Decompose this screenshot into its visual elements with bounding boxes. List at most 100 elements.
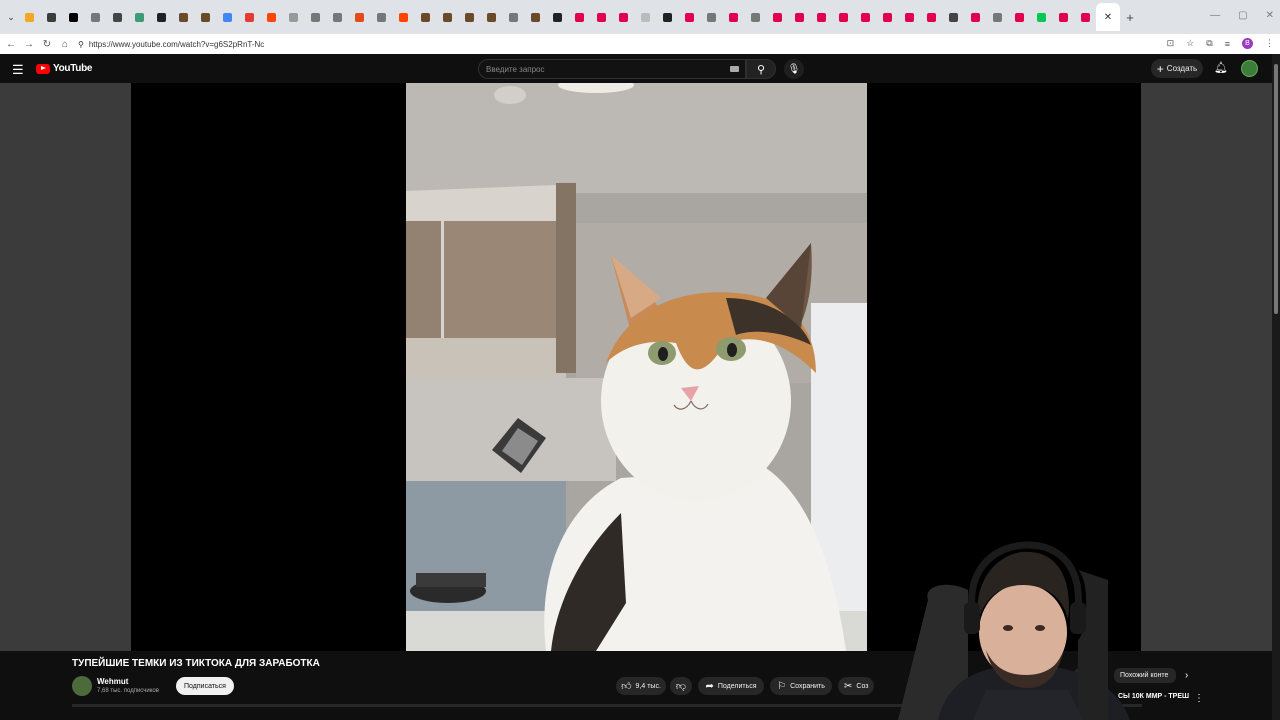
- browser-tab[interactable]: [1030, 3, 1052, 31]
- keyboard-icon[interactable]: [730, 66, 739, 72]
- browser-tab[interactable]: [194, 3, 216, 31]
- tab-favicon-icon: [200, 12, 210, 22]
- more-options-icon[interactable]: ⋮: [1194, 693, 1204, 704]
- browser-tab[interactable]: [766, 3, 788, 31]
- channel-name[interactable]: Wehmut: [97, 677, 128, 686]
- browser-tab[interactable]: [1008, 3, 1030, 31]
- chevron-right-icon[interactable]: ›: [1185, 670, 1188, 681]
- reload-icon[interactable]: ↻: [38, 39, 56, 50]
- youtube-header: ☰ YouTube Введите запрос ⚲ 🎙︎ + Создать …: [0, 54, 1280, 83]
- voice-search-button[interactable]: 🎙︎: [784, 59, 804, 79]
- tab-favicon-icon: [1014, 12, 1024, 22]
- tab-favicon-icon: [266, 12, 276, 22]
- browser-tab[interactable]: [524, 3, 546, 31]
- notifications-bell-icon[interactable]: 🔔︎: [1214, 61, 1228, 74]
- browser-tab[interactable]: [920, 3, 942, 31]
- url-field[interactable]: ⚲ https://www.youtube.com/watch?v=g6S2pR…: [78, 40, 264, 49]
- browser-tab[interactable]: [106, 3, 128, 31]
- close-window-icon[interactable]: ✕: [1266, 10, 1274, 21]
- browser-tab[interactable]: [788, 3, 810, 31]
- search-button[interactable]: ⚲: [746, 59, 776, 79]
- home-icon[interactable]: ⌂: [56, 39, 74, 50]
- browser-tab[interactable]: [348, 3, 370, 31]
- back-icon[interactable]: ←: [2, 39, 20, 50]
- browser-tab[interactable]: [964, 3, 986, 31]
- browser-tab[interactable]: [436, 3, 458, 31]
- browser-tab[interactable]: [568, 3, 590, 31]
- create-button[interactable]: + Создать: [1151, 59, 1203, 78]
- browser-tab[interactable]: [414, 3, 436, 31]
- browser-tab[interactable]: [854, 3, 876, 31]
- browser-tab[interactable]: [810, 3, 832, 31]
- tab-favicon-icon: [464, 12, 474, 22]
- browser-tab[interactable]: [700, 3, 722, 31]
- browser-tab[interactable]: [62, 3, 84, 31]
- browser-tab[interactable]: [942, 3, 964, 31]
- browser-tab[interactable]: [238, 3, 260, 31]
- browser-tab[interactable]: [216, 3, 238, 31]
- site-info-icon[interactable]: ⚲: [78, 40, 84, 49]
- browser-tab[interactable]: [590, 3, 612, 31]
- browser-tab[interactable]: [480, 3, 502, 31]
- tab-active-close-icon[interactable]: ✕: [1096, 3, 1120, 31]
- scrollbar-thumb[interactable]: [1274, 64, 1278, 314]
- install-icon[interactable]: ⊡: [1167, 38, 1175, 49]
- dislike-button[interactable]: 👎︎: [670, 677, 692, 695]
- video-frame-cat[interactable]: [406, 83, 867, 651]
- browser-tab[interactable]: [304, 3, 326, 31]
- browser-tab[interactable]: [84, 3, 106, 31]
- channel-avatar[interactable]: [72, 676, 92, 696]
- account-avatar[interactable]: [1241, 60, 1258, 77]
- browser-tab[interactable]: [502, 3, 524, 31]
- minimize-icon[interactable]: —: [1210, 10, 1220, 21]
- subscribe-button[interactable]: Подписаться: [176, 677, 234, 695]
- tab-favicon-icon: [90, 12, 100, 22]
- browser-tab[interactable]: [744, 3, 766, 31]
- browser-tab[interactable]: [634, 3, 656, 31]
- menu-icon[interactable]: ☰: [12, 62, 24, 78]
- browser-tab[interactable]: [458, 3, 480, 31]
- profile-avatar-icon[interactable]: B: [1242, 38, 1253, 49]
- browser-tab[interactable]: [172, 3, 194, 31]
- browser-tab[interactable]: [18, 3, 40, 31]
- forward-icon[interactable]: →: [20, 39, 38, 50]
- new-tab-icon[interactable]: +: [1120, 10, 1140, 25]
- tab-favicon-icon: [398, 12, 408, 22]
- tab-favicon-icon: [772, 12, 782, 22]
- tab-search-icon[interactable]: ⌄: [4, 10, 18, 24]
- bookmark-star-icon[interactable]: ☆: [1186, 38, 1194, 49]
- save-button[interactable]: ⚐ Сохранить: [770, 677, 832, 695]
- browser-tab[interactable]: [546, 3, 568, 31]
- tab-favicon-icon: [882, 12, 892, 22]
- tab-favicon-icon: [442, 12, 452, 22]
- browser-tab[interactable]: [1052, 3, 1074, 31]
- browser-tab[interactable]: [260, 3, 282, 31]
- browser-tab[interactable]: [722, 3, 744, 31]
- browser-tab[interactable]: [876, 3, 898, 31]
- like-button[interactable]: 👍︎ 9,4 тыс.: [616, 677, 666, 695]
- extensions-icon[interactable]: ⧉: [1206, 38, 1212, 49]
- browser-menu-icon[interactable]: ⋮: [1265, 38, 1274, 49]
- tab-favicon-icon: [662, 12, 672, 22]
- browser-tab[interactable]: [128, 3, 150, 31]
- youtube-logo[interactable]: YouTube: [36, 63, 93, 74]
- browser-actions: ⊡ ☆ ⧉ ≡ B ⋮: [1167, 38, 1274, 49]
- browser-tab[interactable]: [326, 3, 348, 31]
- maximize-icon[interactable]: ▢: [1238, 10, 1247, 21]
- browser-tab[interactable]: [40, 3, 62, 31]
- browser-tab[interactable]: [370, 3, 392, 31]
- browser-tab[interactable]: [150, 3, 172, 31]
- page-scrollbar[interactable]: [1272, 54, 1280, 720]
- browser-tab[interactable]: [898, 3, 920, 31]
- media-icon[interactable]: ≡: [1225, 39, 1230, 49]
- browser-tab[interactable]: [392, 3, 414, 31]
- browser-tab[interactable]: [832, 3, 854, 31]
- search-input[interactable]: Введите запрос: [478, 59, 746, 79]
- browser-tab[interactable]: [612, 3, 634, 31]
- browser-tab[interactable]: [282, 3, 304, 31]
- browser-tab[interactable]: [678, 3, 700, 31]
- browser-tab[interactable]: [656, 3, 678, 31]
- browser-tab[interactable]: [986, 3, 1008, 31]
- browser-tab[interactable]: [1074, 3, 1096, 31]
- share-button[interactable]: ➦ Поделиться: [698, 677, 764, 695]
